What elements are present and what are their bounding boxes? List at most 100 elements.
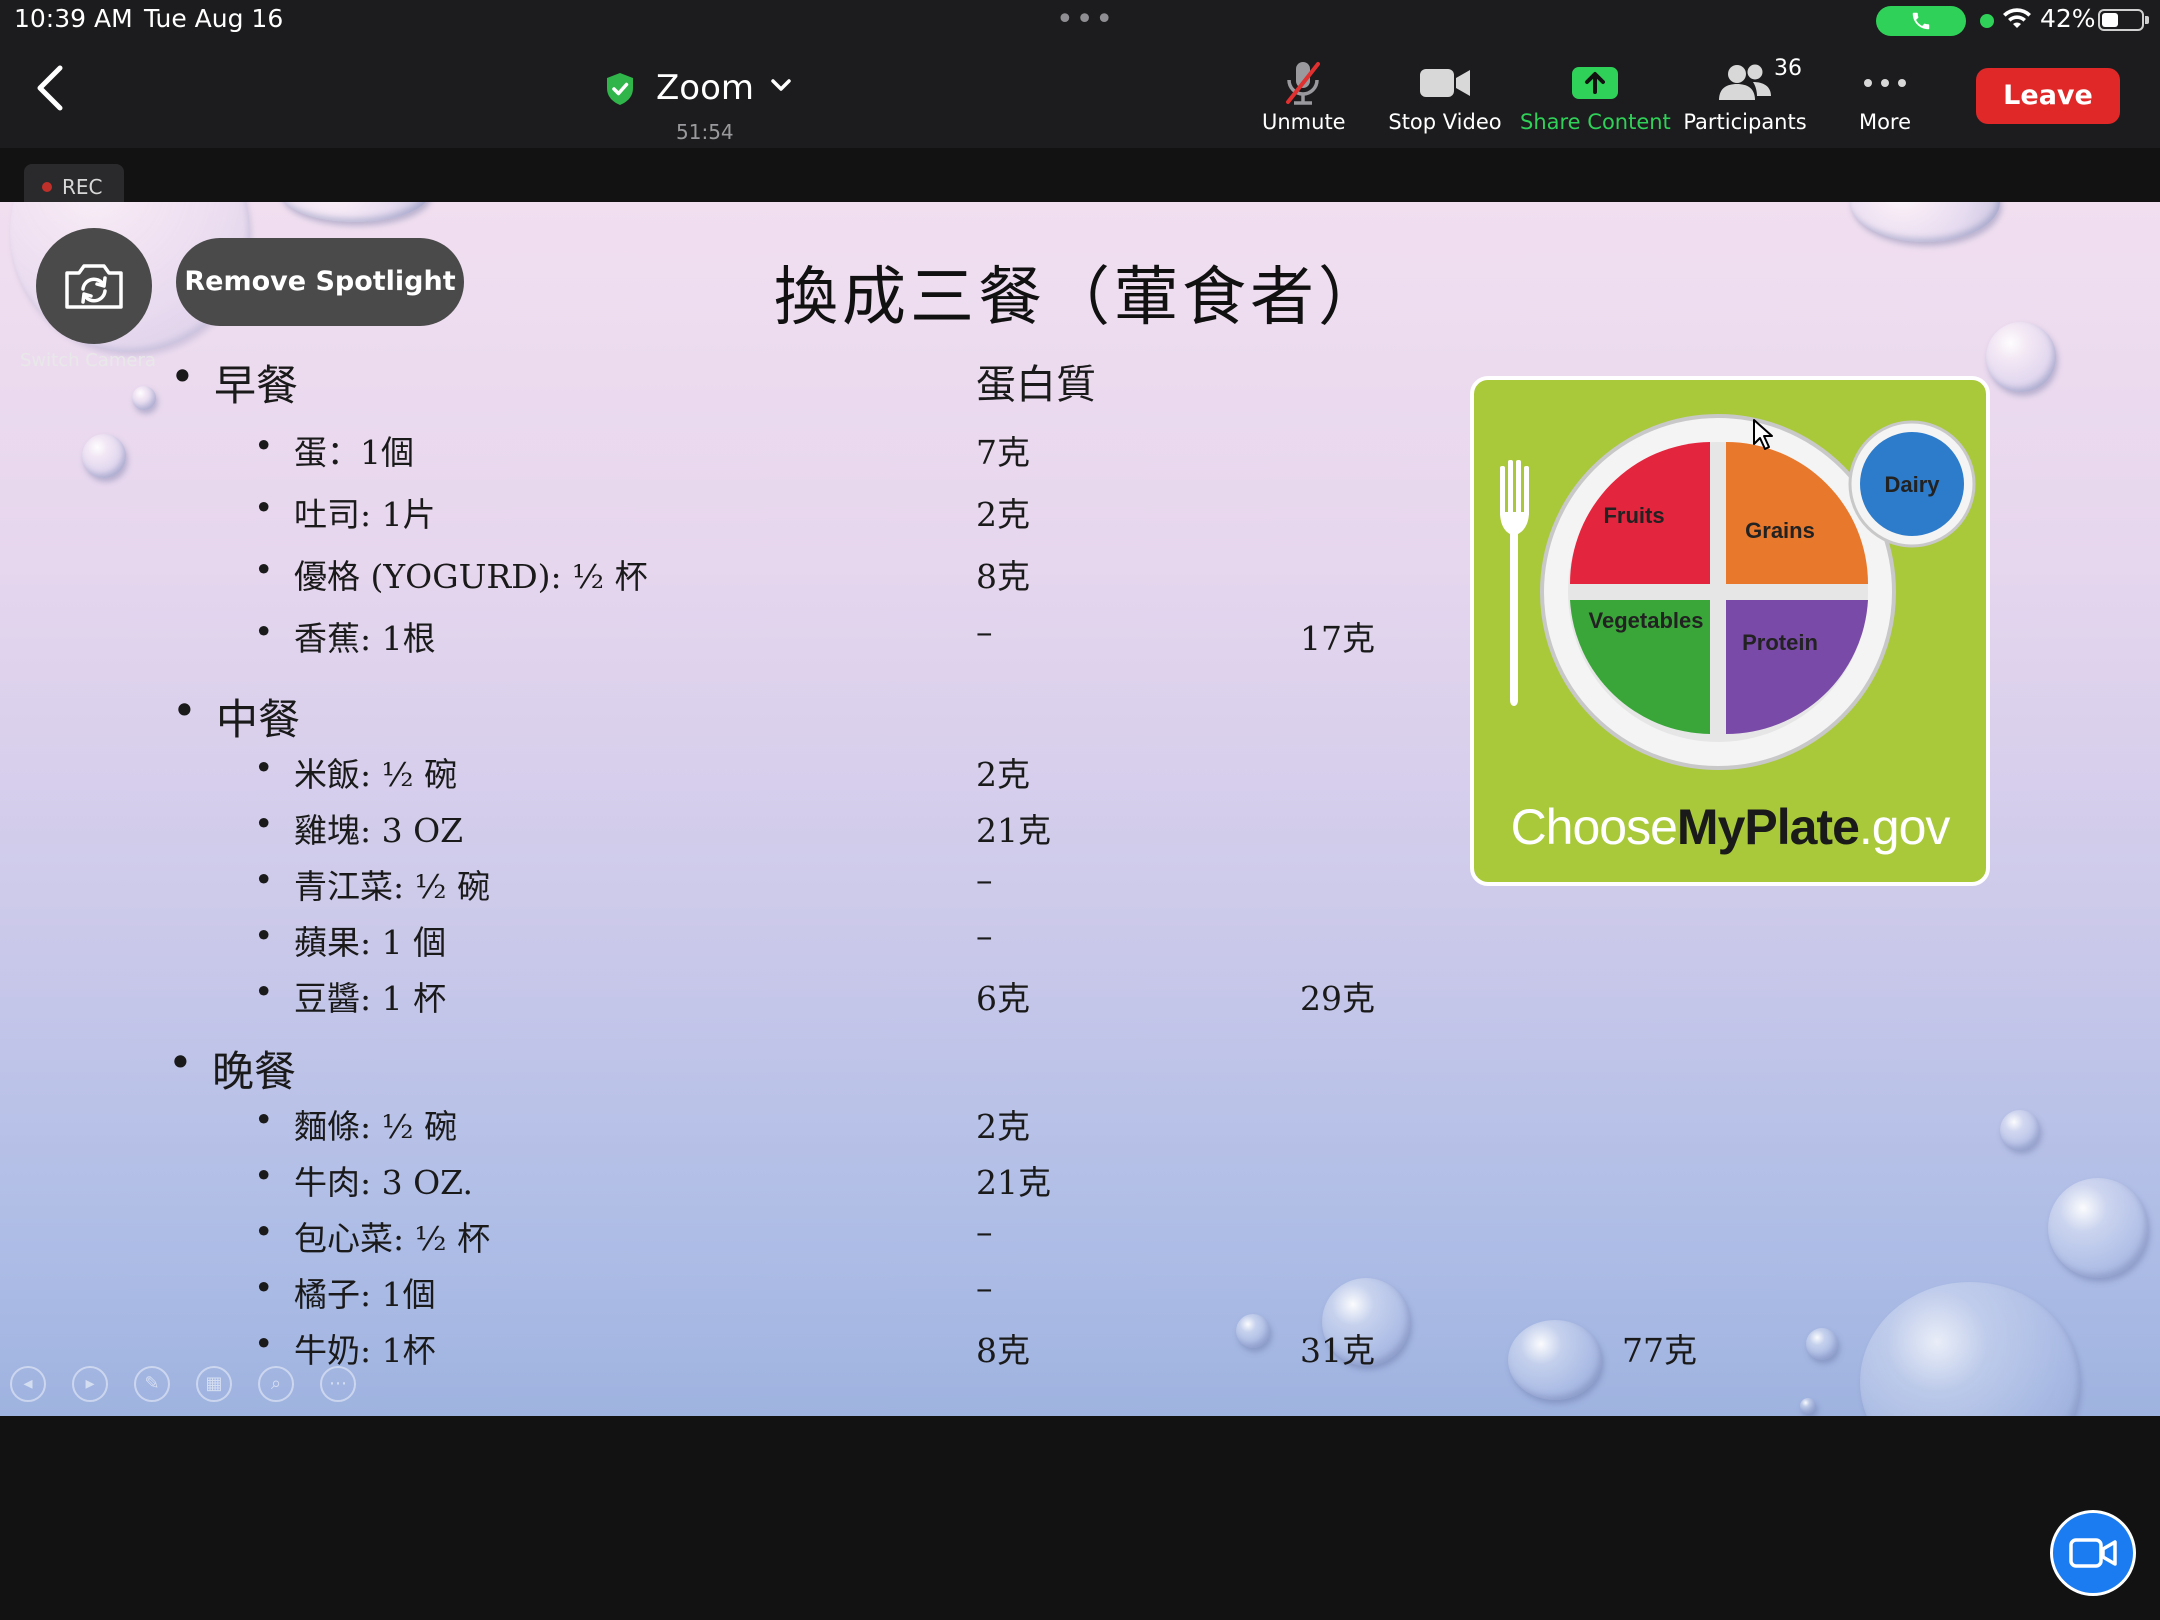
recording-dot-icon (42, 182, 52, 192)
meal-heading-dinner: 晚餐 (168, 1038, 296, 1099)
list-item-protein: 21克 (976, 1163, 1051, 1202)
active-call-pill[interactable] (1876, 6, 1966, 36)
list-item-protein: – (976, 612, 993, 651)
list-item-protein: 2克 (976, 495, 1030, 534)
myplate-plate-graphic: Fruits Grains Vegetables Protein Dairy (1500, 414, 1976, 770)
list-item-name: 優格 (YOGURD): ½ 杯 (254, 550, 648, 598)
grains-label: Grains (1745, 518, 1815, 543)
stop-video-label: Stop Video (1388, 110, 1502, 134)
protein-column-header: 蛋白質 (976, 362, 1096, 408)
slide-navigation-controls: ◂ ▸ ✎ ▦ ⌕ ⋯ (10, 1366, 356, 1402)
water-drop (280, 202, 430, 222)
list-item-protein: 2克 (976, 1107, 1030, 1146)
bottom-area (0, 1416, 2160, 1620)
list-item-name: 豆醬: 1 杯 (254, 972, 446, 1020)
water-drop (82, 434, 126, 478)
participants-count: 36 (1774, 56, 1802, 81)
switch-camera-button[interactable] (36, 228, 152, 344)
list-item-protein: 2克 (976, 755, 1030, 794)
chevron-down-icon (771, 79, 791, 91)
water-drop (2000, 1110, 2040, 1150)
self-view-video-button[interactable] (2050, 1510, 2136, 1596)
next-slide-icon[interactable]: ▸ (72, 1366, 108, 1402)
status-time: 10:39 AM (14, 4, 133, 33)
logo-prefix: Choose (1510, 799, 1678, 855)
water-drop (1508, 1320, 1602, 1400)
more-options-icon[interactable]: ⋯ (320, 1366, 356, 1402)
list-item-protein: 7克 (976, 433, 1030, 472)
meeting-timer: 51:54 (676, 120, 734, 144)
more-button[interactable]: More (1850, 58, 1920, 148)
recording-band: REC (0, 148, 2160, 210)
myplate-logo-text: ChooseMyPlate.gov (1474, 798, 1986, 856)
unmute-button[interactable]: Unmute (1262, 58, 1346, 148)
dairy-label: Dairy (1884, 472, 1940, 497)
video-camera-icon (2069, 1538, 2117, 1568)
water-drop (1800, 1398, 1816, 1414)
list-item-protein: – (976, 1212, 993, 1251)
list-item-protein: – (976, 860, 993, 899)
list-item-name: 包心菜: ½ 杯 (254, 1212, 490, 1260)
share-screen-icon (1572, 67, 1618, 99)
meal-subtotal: 31克 (1300, 1331, 1375, 1370)
water-drop (1860, 1282, 2080, 1416)
pen-icon[interactable]: ✎ (134, 1366, 170, 1402)
list-item-name: 米飯: ½ 碗 (254, 748, 457, 796)
leave-button[interactable]: Leave (1976, 68, 2120, 124)
list-item-name: 橘子: 1個 (254, 1268, 435, 1316)
remove-spotlight-button[interactable]: Remove Spotlight (176, 238, 464, 326)
status-date: Tue Aug 16 (144, 4, 284, 33)
participants-label: Participants (1683, 110, 1807, 134)
multitasking-dots-icon[interactable]: ••• (1056, 2, 1115, 37)
recording-label: REC (62, 175, 103, 199)
protein-label: Protein (1742, 630, 1818, 655)
status-bar: 10:39 AM Tue Aug 16 ••• 42% (0, 0, 2160, 40)
grains-section (1726, 442, 1868, 584)
water-drop (132, 386, 156, 410)
more-label: More (1858, 110, 1912, 134)
list-item-protein: – (976, 1268, 993, 1307)
list-item-protein: 6克 (976, 979, 1030, 1018)
list-item-name: 蘋果: 1 個 (254, 916, 446, 964)
fruits-label: Fruits (1603, 503, 1664, 528)
meeting-info-dropdown[interactable]: Zoom 51:54 (600, 62, 800, 152)
unmute-label: Unmute (1262, 110, 1346, 134)
participants-button[interactable]: 36 Participants (1682, 56, 1808, 148)
list-item-name: 牛肉: 3 OZ. (254, 1156, 473, 1204)
meal-heading-breakfast: 早餐 (170, 352, 298, 413)
shared-slide[interactable]: 換成三餐（葷食者） 蛋白質 早餐 蛋：1個 7克 吐司: 1片 2克 優格 (Y… (0, 202, 2160, 1416)
switch-camera-label: Switch Camera (20, 350, 156, 371)
phone-icon (1912, 12, 1930, 30)
zoom-icon[interactable]: ⌕ (258, 1366, 294, 1402)
mouse-cursor-icon (1753, 419, 1773, 450)
battery-level-fill (2102, 13, 2118, 27)
list-item-name: 青江菜: ½ 碗 (254, 860, 490, 908)
list-item-protein: 8克 (976, 557, 1030, 596)
chevron-left-icon (37, 65, 63, 111)
meal-subtotal: 17克 (1300, 619, 1375, 658)
list-item-name: 雞塊: 3 OZ (254, 804, 463, 852)
slides-grid-icon[interactable]: ▦ (196, 1366, 232, 1402)
battery-percent: 42% (2040, 4, 2096, 33)
list-item-protein: – (976, 916, 993, 955)
encryption-shield-icon (607, 73, 633, 105)
participants-icon (1719, 64, 1771, 100)
meal-heading-lunch: 中餐 (172, 686, 300, 747)
stop-video-button[interactable]: Stop Video (1386, 58, 1504, 148)
video-camera-icon (1420, 69, 1470, 97)
back-button[interactable] (30, 60, 70, 116)
grand-total: 77克 (1622, 1331, 1697, 1370)
meeting-toolbar: Zoom 51:54 Unmute Stop Video Share Conte… (0, 40, 2160, 148)
water-drop (1236, 1314, 1270, 1348)
muted-microphone-icon (1286, 62, 1320, 105)
vegetables-label: Vegetables (1589, 608, 1704, 633)
previous-slide-icon[interactable]: ◂ (10, 1366, 46, 1402)
water-drop (1850, 202, 2000, 242)
logo-bold: MyPlate (1676, 799, 1860, 855)
more-dots-icon (1864, 79, 1906, 87)
logo-suffix: .gov (1858, 799, 1951, 855)
share-content-button[interactable]: Share Content (1520, 58, 1671, 148)
list-item-name: 麵條: ½ 碗 (254, 1100, 457, 1148)
meeting-title: Zoom (656, 68, 755, 108)
water-drop (1806, 1328, 1838, 1360)
